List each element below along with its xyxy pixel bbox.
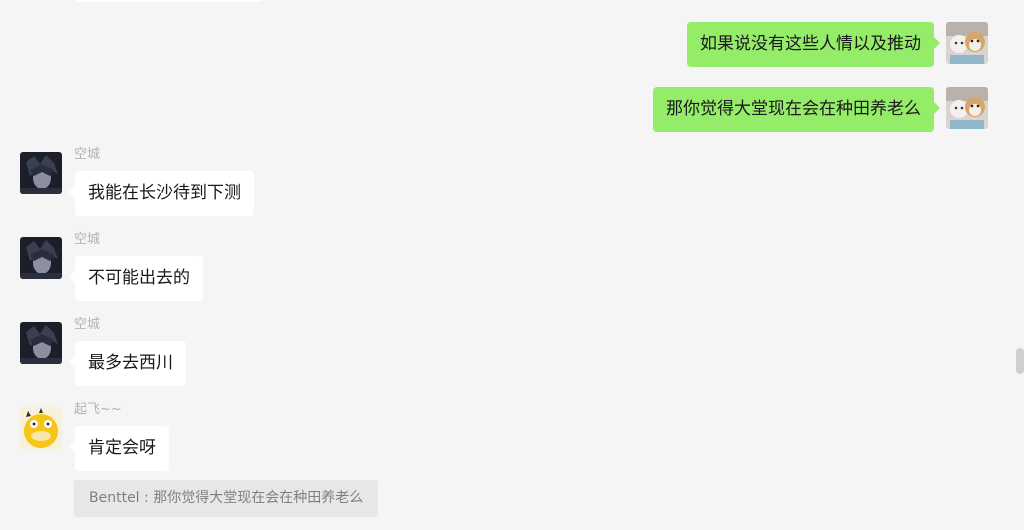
sender-name: 空城: [74, 232, 101, 247]
self-message-bubble[interactable]: 那你觉得大堂现在会在种田养老么: [653, 87, 940, 132]
previous-message-bubble[interactable]: [75, 0, 263, 2]
sender-name: 起飞~~: [74, 402, 122, 417]
message-text: 最多去西川: [88, 353, 173, 373]
message-text: 不可能出去的: [88, 268, 190, 288]
cat-dog-photo-avatar-icon: [946, 22, 988, 64]
message-text: 那你觉得大堂现在会在种田养老么: [666, 99, 921, 119]
other-message-bubble[interactable]: 不可能出去的: [69, 256, 203, 301]
other-message-bubble[interactable]: 我能在长沙待到下测: [69, 171, 254, 216]
kongcheng-avatar[interactable]: [20, 322, 62, 364]
quoted-message[interactable]: Benttel : 那你觉得大堂现在会在种田养老么: [74, 480, 379, 517]
dark-anime-avatar-icon: [20, 322, 62, 364]
cat-dog-photo-avatar-icon: [946, 87, 988, 129]
dark-anime-avatar-icon: [20, 152, 62, 194]
message-text: 肯定会呀: [88, 438, 156, 458]
message-text: 如果说没有这些人情以及推动: [700, 34, 921, 54]
sender-name: 空城: [74, 317, 101, 332]
scrollbar-thumb[interactable]: [1016, 348, 1024, 374]
self-avatar[interactable]: [946, 22, 988, 64]
kongcheng-avatar[interactable]: [20, 237, 62, 279]
self-message-bubble[interactable]: 如果说没有这些人情以及推动: [687, 22, 940, 67]
self-avatar[interactable]: [946, 87, 988, 129]
other-message-bubble[interactable]: 最多去西川: [69, 341, 186, 386]
message-text: 我能在长沙待到下测: [88, 183, 241, 203]
chat-window: 如果说没有这些人情以及推动 那你觉得大堂现在会在种田养老么 空城 我能在长沙待到…: [0, 0, 1024, 530]
kongcheng-avatar[interactable]: [20, 152, 62, 194]
quoted-text: Benttel : 那你觉得大堂现在会在种田养老么: [89, 490, 364, 506]
sender-name: 空城: [74, 147, 101, 162]
qifei-avatar[interactable]: [20, 407, 62, 449]
yellow-duck-avatar-icon: [20, 407, 62, 449]
dark-anime-avatar-icon: [20, 237, 62, 279]
other-message-bubble[interactable]: 肯定会呀: [69, 426, 169, 471]
